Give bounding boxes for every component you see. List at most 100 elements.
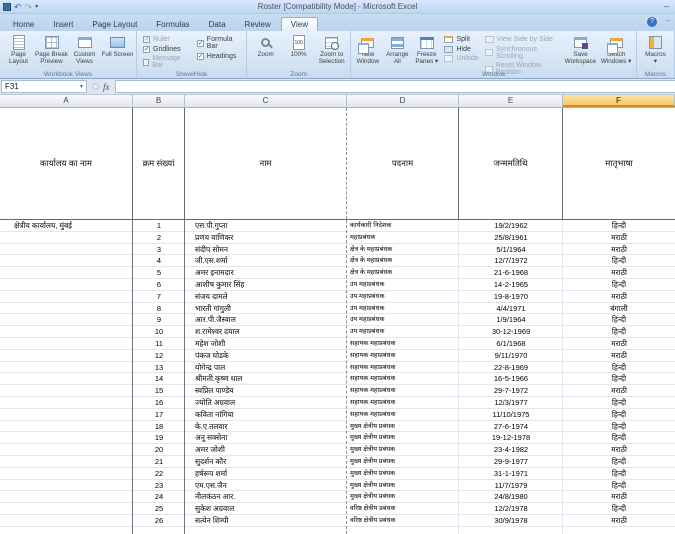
new-window-button[interactable]: New Window	[353, 33, 382, 70]
cell[interactable]: हिन्दी	[563, 314, 675, 325]
cell[interactable]: 19-12-1978	[459, 432, 563, 443]
cell[interactable]: 23	[133, 480, 185, 491]
cell[interactable]: हिन्दी	[563, 279, 675, 290]
workbook-minimize-icon[interactable]: –	[666, 16, 670, 25]
cell[interactable]: कविता नांगिया	[185, 409, 347, 420]
cell[interactable]: मुख्य क्षेत्रीय प्रबंधक	[347, 444, 459, 455]
cell[interactable]: क्षेत्र के महाप्रबंधक	[347, 267, 459, 278]
cell[interactable]	[0, 468, 133, 479]
cell[interactable]: 19	[133, 432, 185, 443]
cell[interactable]: महाप्रबंधक	[347, 232, 459, 243]
cell[interactable]: 20	[133, 444, 185, 455]
cell[interactable]: सहायक महाप्रबंधक	[347, 385, 459, 396]
cell[interactable]: उप महाप्रबंधक	[347, 291, 459, 302]
tab-page-layout[interactable]: Page Layout	[83, 18, 146, 31]
cell[interactable]: हिन्दी	[563, 456, 675, 467]
cell[interactable]: 21	[133, 456, 185, 467]
column-header-a[interactable]: A	[0, 95, 133, 107]
minimize-icon[interactable]: –	[664, 1, 669, 11]
cell[interactable]	[0, 291, 133, 302]
column-header-e[interactable]: E	[459, 95, 563, 107]
cell[interactable]: हिन्दी	[563, 409, 675, 420]
cell[interactable]: 9/11/1970	[459, 350, 563, 361]
header-office[interactable]: कार्यालय का नाम	[0, 108, 133, 219]
column-header-b[interactable]: B	[133, 95, 185, 107]
cell[interactable]: क्षेत्र के महाप्रबंधक	[347, 244, 459, 255]
zoom-to-selection-button[interactable]: Zoom to Selection	[315, 33, 348, 70]
cell[interactable]	[0, 267, 133, 278]
cell[interactable]: श.रामेश्वर दयाल	[185, 326, 347, 337]
cell[interactable]: उप महाप्रबंधक	[347, 303, 459, 314]
cell[interactable]: क्षेत्र के महाप्रबंधक	[347, 255, 459, 266]
cell[interactable]: 12/3/1977	[459, 397, 563, 408]
message-bar-checkbox[interactable]: Message Bar	[143, 55, 189, 69]
ruler-checkbox[interactable]: ✓Ruler	[143, 36, 189, 43]
cell[interactable]	[0, 279, 133, 290]
tab-home[interactable]: Home	[4, 18, 43, 31]
cell[interactable]: आर.पी.जैस्वाल	[185, 314, 347, 325]
cell[interactable]: के.ए.तलवार	[185, 421, 347, 432]
cell[interactable]: 11/7/1979	[459, 480, 563, 491]
switch-windows-button[interactable]: Switch Windows ▾	[598, 33, 634, 70]
cell[interactable]: 7	[133, 291, 185, 302]
hide-button[interactable]: Hide	[444, 46, 478, 53]
page-layout-view-button[interactable]: Page Layout	[2, 33, 35, 70]
cell[interactable]: ज्योति अग्रवाल	[185, 397, 347, 408]
gridlines-checkbox[interactable]: ✓Gridlines	[143, 46, 189, 53]
cell[interactable]: उप महाप्रबंधक	[347, 326, 459, 337]
cell[interactable]	[0, 397, 133, 408]
cell[interactable]: 11	[133, 338, 185, 349]
cell[interactable]: सहायक महाप्रबंधक	[347, 338, 459, 349]
cell[interactable]: अमर जोशी	[185, 444, 347, 455]
cell[interactable]: हिन्दी	[563, 220, 675, 231]
cell[interactable]: सहायक महाप्रबंधक	[347, 397, 459, 408]
cell[interactable]: हिन्दी	[563, 255, 675, 266]
cell[interactable]: 29-7-1972	[459, 385, 563, 396]
cell[interactable]	[0, 515, 133, 526]
cell[interactable]: 22-8-1969	[459, 362, 563, 373]
cell[interactable]: मराठी	[563, 350, 675, 361]
cell[interactable]: 12/7/1972	[459, 255, 563, 266]
cell[interactable]: मुख्य क्षेत्रीय प्रबंधक	[347, 491, 459, 502]
cell[interactable]: हर्षरूप शर्मा	[185, 468, 347, 479]
cell[interactable]: भारती गांगुली	[185, 303, 347, 314]
cell[interactable]: मुख्य क्षेत्रीय प्रबंधक	[347, 456, 459, 467]
cell[interactable]: वरिष्ठ क्षेत्रीय प्रबंधक	[347, 503, 459, 514]
column-header-c[interactable]: C	[185, 95, 347, 107]
cell[interactable]	[0, 373, 133, 384]
cell[interactable]	[0, 432, 133, 443]
cell[interactable]	[0, 303, 133, 314]
cell[interactable]: एस.पी.गुप्ता	[185, 220, 347, 231]
cell[interactable]	[0, 232, 133, 243]
cell[interactable]	[0, 314, 133, 325]
cell[interactable]: वरिष्ठ क्षेत्रीय प्रबंधक	[347, 515, 459, 526]
column-header-d[interactable]: D	[347, 95, 459, 107]
cell[interactable]: 30-12-1969	[459, 326, 563, 337]
cell[interactable]: हिन्दी	[563, 373, 675, 384]
cell[interactable]: पंकज घोडके	[185, 350, 347, 361]
cell[interactable]: सहायक महाप्रबंधक	[347, 373, 459, 384]
cell[interactable]: हिन्दी	[563, 432, 675, 443]
header-designation[interactable]: पदनाम	[347, 108, 459, 219]
cell[interactable]: 18	[133, 421, 185, 432]
arrange-all-button[interactable]: Arrange All	[383, 33, 412, 70]
cell[interactable]: 22	[133, 468, 185, 479]
formula-bar-checkbox[interactable]: ✓Formula Bar	[197, 36, 240, 50]
cell[interactable]: 5	[133, 267, 185, 278]
cell[interactable]: हिन्दी	[563, 362, 675, 373]
cell[interactable]	[0, 444, 133, 455]
cell[interactable]: मुख्य क्षेत्रीय प्रबंधक	[347, 421, 459, 432]
cell[interactable]: 3	[133, 244, 185, 255]
cell[interactable]: योगेन्द्र पाल	[185, 362, 347, 373]
split-button[interactable]: Split	[444, 36, 478, 43]
cell[interactable]: 14	[133, 373, 185, 384]
cell[interactable]	[0, 338, 133, 349]
cell[interactable]: सुदर्शन कौर	[185, 456, 347, 467]
cell[interactable]	[0, 421, 133, 432]
cell[interactable]: 11/10/1975	[459, 409, 563, 420]
cell[interactable]	[0, 326, 133, 337]
cell[interactable]: सहायक महाप्रबंधक	[347, 409, 459, 420]
cell[interactable]: श्रीमती.कृष्ण धाल	[185, 373, 347, 384]
cell[interactable]: मुख्य क्षेत्रीय प्रबंधक	[347, 432, 459, 443]
cell[interactable]: स्वप्निल पाण्डेय	[185, 385, 347, 396]
